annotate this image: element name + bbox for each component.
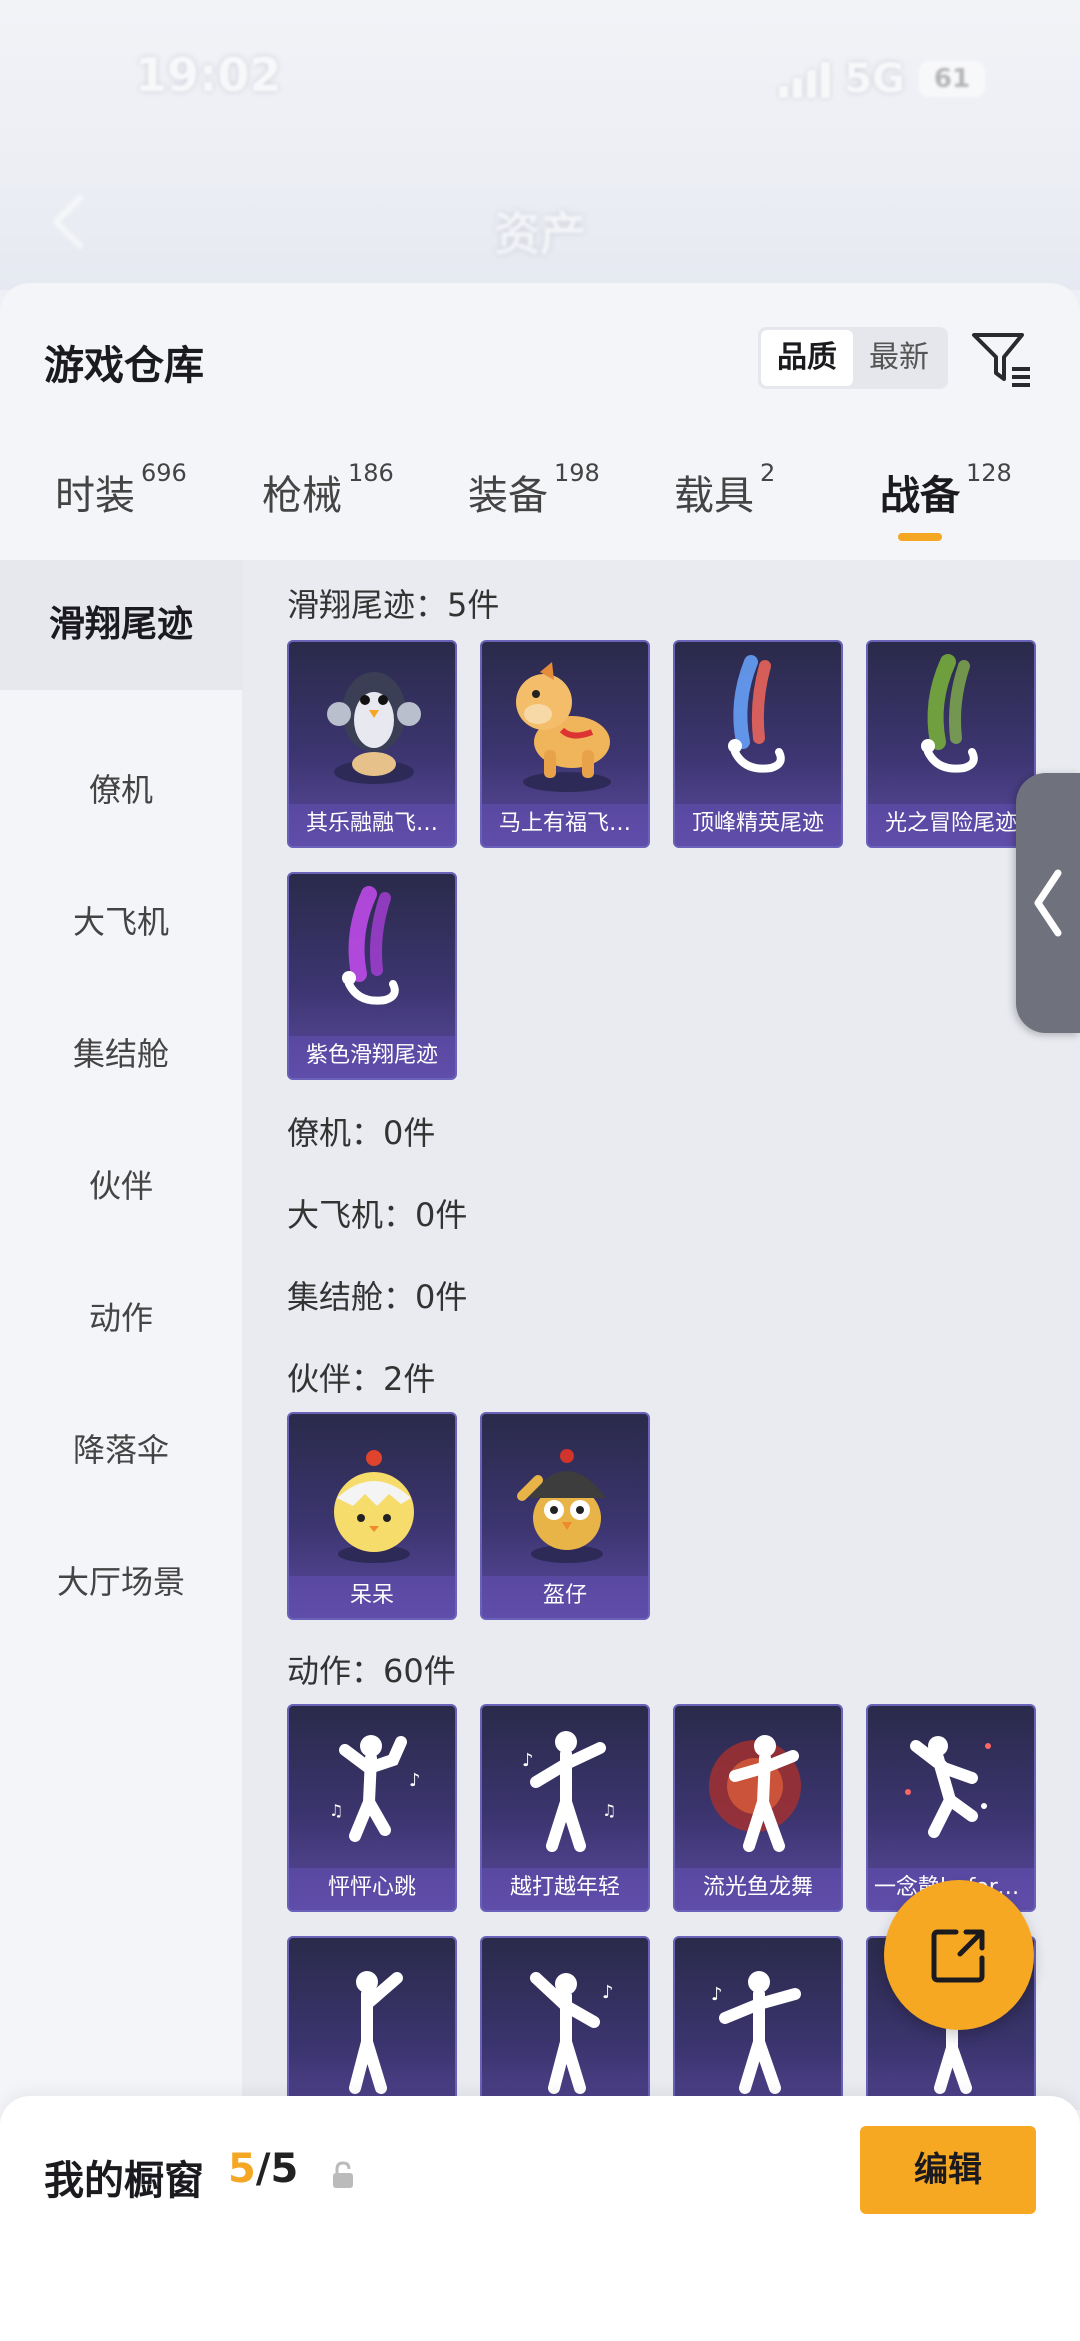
app-header: 资产 <box>0 170 1080 280</box>
sort-option-quality[interactable]: 品质 <box>761 330 853 386</box>
share-icon <box>931 1929 985 1983</box>
sidebar-item-glide-trail[interactable]: 滑翔尾迹 <box>0 560 242 690</box>
penguin-plane-icon <box>289 642 455 808</box>
sort-toggle[interactable]: 品质 最新 <box>758 327 948 389</box>
item-card-label: 流光鱼龙舞 <box>675 1868 841 1910</box>
sort-option-newest[interactable]: 最新 <box>853 330 945 386</box>
showcase-bar: 我的橱窗 5/5 编辑 <box>0 2096 1080 2341</box>
helmet-chick-companion-icon <box>482 1414 648 1580</box>
section-emote-label: 动作：60件 <box>287 1652 456 1690</box>
dance-pose-icon: ♪ <box>675 1938 841 2104</box>
horse-toy-icon <box>482 642 648 808</box>
status-time: 19:02 <box>135 48 282 102</box>
section-companion-label: 伙伴：2件 <box>287 1360 436 1398</box>
tab-combat-gear[interactable]: 战备 128 <box>880 459 1012 521</box>
item-card-label: 盔仔 <box>482 1576 648 1618</box>
chevron-left-icon <box>1034 869 1062 937</box>
filter-icon <box>972 333 1030 387</box>
sidebar-item-wingman[interactable]: 僚机 <box>0 765 242 811</box>
section-assembly-pod-label: 集结舱：0件 <box>287 1278 468 1316</box>
signal-icon <box>779 60 831 98</box>
active-tab-indicator <box>898 533 942 541</box>
battery-icon: 61 <box>919 61 985 97</box>
header-title: 资产 <box>494 207 586 261</box>
showcase-title: 我的橱窗 <box>44 2158 204 2204</box>
svg-text:♪: ♪ <box>409 1770 421 1791</box>
item-card-label: 顶峰精英尾迹 <box>675 804 841 846</box>
glide-trail-icon <box>868 642 1034 808</box>
sidebar: 滑翔尾迹 僚机 大飞机 集结舱 伙伴 动作 降落伞 大厅场景 <box>0 560 242 2110</box>
item-card-glide-trail-4[interactable]: 光之冒险尾迹 <box>866 640 1036 848</box>
sidebar-item-emote[interactable]: 动作 <box>0 1293 242 1339</box>
dance-pose-icon <box>289 1938 455 2104</box>
dance-pose-icon <box>868 1706 1034 1872</box>
item-card-glide-trail-3[interactable]: 顶峰精英尾迹 <box>673 640 843 848</box>
dance-pose-icon: ♪ ♫ <box>482 1706 648 1872</box>
tab-equipment[interactable]: 装备 198 <box>468 459 600 521</box>
chick-companion-icon <box>289 1414 455 1580</box>
item-card-label: 呆呆 <box>289 1576 455 1618</box>
item-card-label: 紫色滑翔尾迹 <box>289 1036 455 1078</box>
dance-pose-icon <box>675 1706 841 1872</box>
side-drawer-handle[interactable] <box>1016 773 1080 1033</box>
network-label: 5G <box>844 56 905 102</box>
section-glide-trail-label: 滑翔尾迹：5件 <box>287 586 500 624</box>
item-grid-content: 滑翔尾迹：5件 其乐融融飞… 马上有福飞… 顶峰精英尾迹 光之冒险尾迹 紫色滑翔… <box>242 560 1080 2144</box>
item-card-emote-1[interactable]: ♪ ♫ 怦怦心跳 <box>287 1704 457 1912</box>
sidebar-item-parachute[interactable]: 降落伞 <box>0 1425 242 1471</box>
item-card-label: 越打越年轻 <box>482 1868 648 1910</box>
item-card-label: 马上有福飞… <box>482 804 648 846</box>
item-card-label: 其乐融融飞… <box>289 804 455 846</box>
showcase-count: 5/5 <box>228 2146 299 2192</box>
filter-button[interactable] <box>970 329 1034 389</box>
item-card-companion-2[interactable]: 盔仔 <box>480 1412 650 1620</box>
item-card-companion-1[interactable]: 呆呆 <box>287 1412 457 1620</box>
glide-trail-icon <box>675 642 841 808</box>
dance-pose-icon: ♪ ♫ <box>289 1706 455 1872</box>
svg-text:♫: ♫ <box>329 1801 343 1820</box>
tab-firearms[interactable]: 枪械 186 <box>262 459 394 521</box>
share-button[interactable] <box>884 1880 1034 2030</box>
item-card-emote-2[interactable]: ♪ ♫ 越打越年轻 <box>480 1704 650 1912</box>
game-warehouse-panel: 游戏仓库 品质 最新 时装 696 枪械 186 装备 198 载具 2 战备 128 滑… <box>0 283 1080 2341</box>
svg-text:♫: ♫ <box>602 1801 616 1820</box>
item-card-label: 怦怦心跳 <box>289 1868 455 1910</box>
status-bar: 19:02 5G 61 <box>0 0 1080 150</box>
item-card-glide-trail-5[interactable]: 紫色滑翔尾迹 <box>287 872 457 1080</box>
item-card-glide-trail-2[interactable]: 马上有福飞… <box>480 640 650 848</box>
item-card-label: 光之冒险尾迹 <box>868 804 1034 846</box>
panel-title: 游戏仓库 <box>44 343 204 389</box>
sidebar-item-big-plane[interactable]: 大飞机 <box>0 897 242 943</box>
svg-text:♪: ♪ <box>522 1750 534 1771</box>
edit-button[interactable]: 编辑 <box>860 2126 1036 2214</box>
tab-vehicles[interactable]: 载具 2 <box>674 459 775 521</box>
tab-fashion[interactable]: 时装 696 <box>55 459 187 521</box>
sidebar-item-assembly-pod[interactable]: 集结舱 <box>0 1029 242 1075</box>
sidebar-item-companion[interactable]: 伙伴 <box>0 1161 242 1207</box>
dance-pose-icon: ♪ <box>482 1938 648 2104</box>
svg-text:♪: ♪ <box>602 1982 614 2003</box>
sidebar-item-lobby-scene[interactable]: 大厅场景 <box>0 1557 242 1603</box>
glide-trail-icon <box>289 874 455 1040</box>
svg-text:♪: ♪ <box>711 1984 723 2005</box>
section-big-plane-label: 大飞机：0件 <box>287 1196 468 1234</box>
item-card-glide-trail-1[interactable]: 其乐融融飞… <box>287 640 457 848</box>
item-card-emote-3[interactable]: 流光鱼龙舞 <box>673 1704 843 1912</box>
status-indicators: 5G 61 <box>779 56 985 102</box>
section-wingman-label: 僚机：0件 <box>287 1114 436 1152</box>
lock-icon <box>330 2160 356 2190</box>
